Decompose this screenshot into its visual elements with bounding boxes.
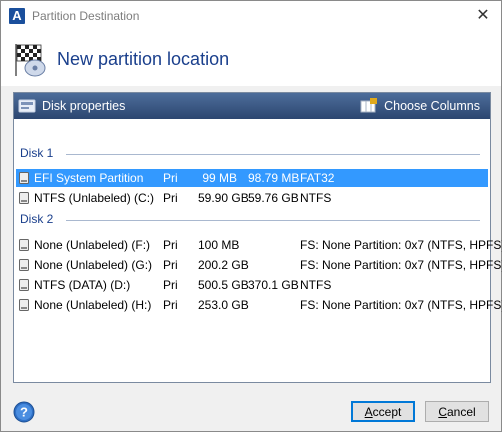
svg-text:?: ?: [20, 405, 28, 420]
table-row[interactable]: EFI System Partition Pri 99 MB 98.79 MB …: [16, 169, 488, 187]
table-row[interactable]: NTFS (Unlabeled) (C:) Pri 59.90 GB 59.76…: [16, 189, 488, 207]
partition-file-system: NTFS: [300, 191, 332, 205]
partition-drive-icon: [19, 192, 29, 204]
partition-capacity: 99 MB: [202, 171, 237, 185]
table-row[interactable]: None (Unlabeled) (F:) Pri 100 MB FS: Non…: [16, 236, 502, 254]
partition-free-space: 59.76 GB: [248, 191, 299, 205]
partition-file-system: FS: None Partition: 0x7 (NTFS, HPFS): [300, 298, 502, 312]
title-bar[interactable]: A Partition Destination ✕: [1, 1, 501, 32]
accept-mnemonic: A: [364, 405, 373, 419]
partition-file-system: NTFS: [300, 278, 332, 292]
choose-columns-label: Choose Columns: [384, 99, 480, 113]
accept-label: ccept: [372, 405, 402, 419]
partition-name: NTFS (Unlabeled) (C:): [34, 191, 155, 205]
help-icon[interactable]: ?: [13, 401, 35, 423]
partition-drive-icon: [19, 279, 29, 291]
group-label-disk-2: Disk 2: [20, 212, 54, 226]
partition-drive-icon: [19, 239, 29, 251]
table-row[interactable]: NTFS (DATA) (D:) Pri 500.5 GB 370.1 GB N…: [16, 276, 488, 294]
partition-drive-icon: [19, 299, 29, 311]
partition-capacity: 200.2 GB: [198, 258, 249, 272]
partition-name: None (Unlabeled) (F:): [34, 238, 151, 252]
app-icon: A: [9, 8, 25, 24]
partition-capacity: 100 MB: [198, 238, 240, 252]
window-title: Partition Destination: [32, 9, 140, 23]
partition-type: Pri: [163, 238, 178, 252]
choose-columns-button[interactable]: Choose Columns: [360, 98, 480, 114]
partition-destination-window: A Partition Destination ✕ New partition …: [0, 0, 502, 432]
partition-capacity: 500.5 GB: [198, 278, 249, 292]
partition-type: Pri: [163, 191, 178, 205]
disk-properties-button[interactable]: Disk properties: [18, 98, 125, 114]
group-separator: [66, 220, 480, 221]
partition-type: Pri: [163, 278, 178, 292]
group-label-disk-1: Disk 1: [20, 146, 54, 160]
page-title: New partition location: [57, 49, 230, 69]
table-row[interactable]: None (Unlabeled) (H:) Pri 253.0 GB FS: N…: [16, 296, 502, 314]
header-area: New partition location: [1, 32, 501, 86]
partition-name: EFI System Partition: [34, 171, 144, 185]
partition-capacity: 253.0 GB: [198, 298, 249, 312]
partition-list-panel: Disk properties Choose Columns Disk 1 EF…: [13, 92, 502, 383]
cancel-label: ancel: [446, 405, 476, 419]
partition-file-system: FAT32: [300, 171, 335, 185]
partition-free-space: 370.1 GB: [248, 278, 299, 292]
partition-name: None (Unlabeled) (G:): [34, 258, 153, 272]
partition-name: None (Unlabeled) (H:): [34, 298, 152, 312]
partition-drive-icon: [19, 172, 29, 184]
partition-file-system: FS: None Partition: 0x7 (NTFS, HPFS): [300, 238, 502, 252]
table-row[interactable]: None (Unlabeled) (G:) Pri 200.2 GB FS: N…: [16, 256, 502, 274]
partition-capacity: 59.90 GB: [198, 191, 249, 205]
partition-type: Pri: [163, 298, 178, 312]
partition-name: NTFS (DATA) (D:): [34, 278, 131, 292]
footer: ? Accept Cancel: [1, 385, 501, 431]
partition-type: Pri: [163, 258, 178, 272]
accept-button[interactable]: Accept: [351, 401, 415, 422]
close-icon[interactable]: ✕: [471, 5, 495, 27]
partition-type: Pri: [163, 171, 178, 185]
group-separator: [66, 154, 480, 155]
disk-properties-label: Disk properties: [42, 99, 126, 113]
disk-properties-icon: [18, 99, 36, 113]
toolbar: Disk properties Choose Columns: [14, 93, 490, 119]
partition-free-space: 98.79 MB: [248, 171, 300, 185]
cancel-button[interactable]: Cancel: [425, 401, 489, 422]
choose-columns-icon: [360, 98, 378, 113]
cancel-mnemonic: C: [438, 405, 447, 419]
checkered-flag-disk-icon: [15, 44, 46, 77]
partition-drive-icon: [19, 259, 29, 271]
partition-file-system: FS: None Partition: 0x7 (NTFS, HPFS): [300, 258, 502, 272]
